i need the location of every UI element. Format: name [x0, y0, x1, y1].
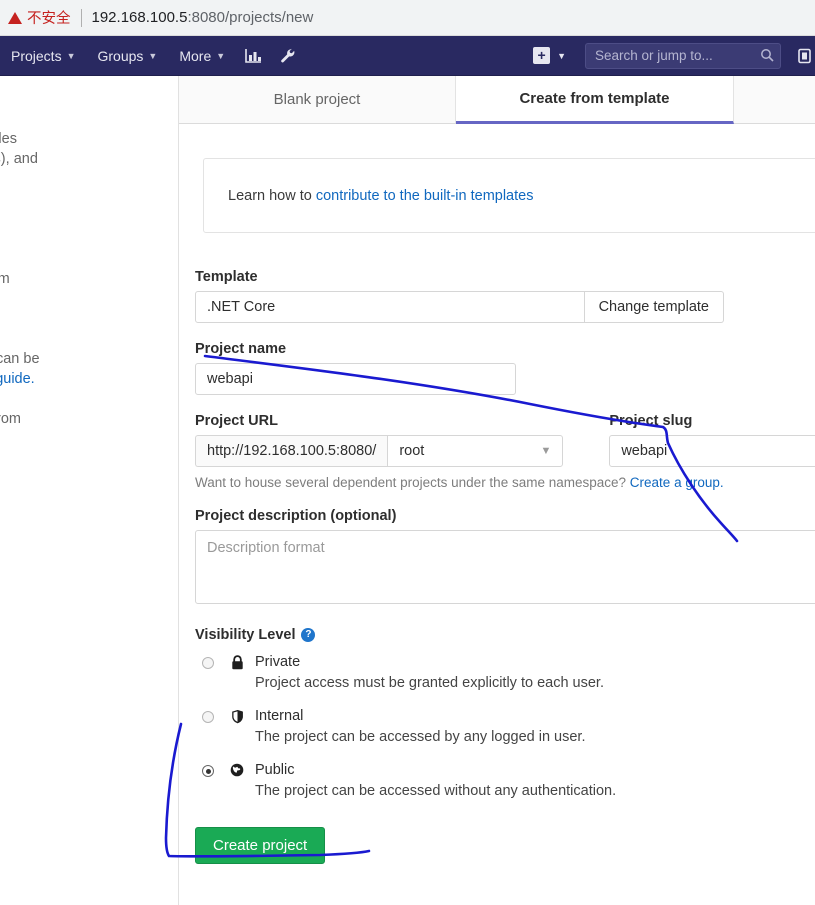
sidebar-paragraph-4-text: create a project from — [0, 411, 21, 428]
tab-create-from-template-label: Create from template — [519, 90, 670, 107]
chevron-down-icon: ▼ — [148, 50, 158, 61]
radio-internal[interactable] — [202, 711, 214, 723]
visibility-private-title: Private — [255, 654, 301, 670]
address-bar-divider — [80, 8, 82, 27]
shield-icon — [229, 709, 245, 724]
url-path: :8080/projects/new — [187, 9, 314, 26]
project-slug-input[interactable] — [609, 435, 815, 467]
url-host: 192.168.100.5 — [91, 9, 188, 26]
nav-item-groups-label: Groups — [97, 47, 144, 64]
visibility-private-description: Project access must be granted explicitl… — [255, 675, 604, 691]
visibility-option-internal[interactable]: Internal The project can be accessed by … — [195, 707, 815, 747]
radio-private[interactable] — [202, 657, 214, 669]
nav-item-groups[interactable]: Groups ▼ — [87, 36, 169, 75]
visibility-level-heading: Visibility Level ? — [195, 627, 815, 643]
page-body: t you house your files your work (issues… — [0, 76, 815, 905]
tab-bar: Blank project Create from template — [179, 76, 815, 124]
namespace-select-value: root — [399, 443, 425, 459]
change-template-button[interactable]: Change template — [584, 291, 724, 323]
project-url-group: Project URL http://192.168.100.5:8080/ r… — [195, 413, 564, 467]
project-name-label: Project name — [195, 341, 287, 357]
tab-import-project[interactable] — [734, 76, 815, 123]
chart-icon[interactable] — [236, 36, 271, 75]
help-icon[interactable]: ? — [301, 628, 316, 642]
project-description-label: Project description (optional) — [195, 508, 397, 524]
nav-item-projects-label: Projects — [11, 47, 62, 64]
nav-item-more-label: More — [179, 47, 212, 64]
project-slug-label: Project slug — [609, 413, 693, 429]
visibility-option-public[interactable]: Public The project can be accessed witho… — [195, 761, 815, 801]
sidebar-paragraph-1: you house your files your work (issues),… — [0, 129, 178, 209]
visibility-private-texts: Private Project access must be granted e… — [255, 653, 815, 693]
templates-info-text: Learn how to — [228, 187, 312, 204]
lock-icon — [229, 655, 245, 670]
project-name-input[interactable] — [195, 363, 516, 395]
sidebar-title: t — [0, 88, 178, 113]
template-field-row: Change template — [195, 291, 724, 323]
namespace-help-label: Want to house several dependent projects… — [195, 475, 627, 490]
insecure-warning-icon — [8, 11, 22, 24]
project-url-prefix: http://192.168.100.5:8080/ — [195, 435, 388, 467]
address-bar-url[interactable]: 192.168.100.5:8080/projects/new — [92, 9, 314, 26]
sidebar-paragraph-2: abled for blank plates, or when u can di… — [0, 229, 178, 309]
plus-icon: + — [533, 47, 551, 64]
visibility-internal-texts: Internal The project can be accessed by … — [255, 707, 815, 747]
radio-public[interactable] — [202, 765, 214, 777]
visibility-public-texts: Public The project can be accessed witho… — [255, 761, 815, 801]
wrench-icon[interactable] — [271, 36, 305, 75]
visibility-internal-title: Internal — [255, 708, 304, 724]
gitlab-navbar: Projects ▼ Groups ▼ More ▼ + ▼ — [0, 36, 815, 76]
chevron-down-icon: ▼ — [66, 50, 76, 61]
templates-info-box: Learn how to contribute to the built-in … — [203, 158, 815, 233]
sidebar-paragraph-3: additional Pages w to install them can b… — [0, 329, 178, 389]
project-slug-group: Project slug — [609, 413, 815, 467]
form-fields: Template Change template Project name Pr… — [195, 269, 815, 864]
contribute-templates-link[interactable]: contribute to the built-in templates — [316, 188, 534, 204]
visibility-option-private[interactable]: Private Project access must be granted e… — [195, 653, 815, 693]
project-form: Learn how to contribute to the built-in … — [179, 124, 815, 864]
browser-address-bar: 不安全 192.168.100.5:8080/projects/new — [0, 0, 815, 36]
search-wrapper — [585, 42, 781, 69]
namespace-select[interactable]: root ▼ — [387, 435, 564, 467]
namespace-help-text: Want to house several dependent projects… — [195, 475, 815, 490]
visibility-level-label: Visibility Level — [195, 627, 296, 643]
create-group-link[interactable]: Create a group. — [630, 475, 724, 490]
tab-blank-project[interactable]: Blank project — [179, 76, 456, 123]
visibility-internal-description: The project can be accessed by any logge… — [255, 729, 586, 745]
nav-item-more[interactable]: More ▼ — [168, 36, 236, 75]
url-slug-row: Project URL http://192.168.100.5:8080/ r… — [195, 413, 815, 467]
chevron-down-icon: ▼ — [216, 50, 226, 61]
tab-blank-project-label: Blank project — [273, 91, 361, 108]
tab-create-from-template[interactable]: Create from template — [456, 76, 734, 124]
template-label: Template — [195, 269, 258, 285]
sidebar-paragraph-1-text: you house your files your work (issues),… — [0, 131, 38, 168]
sidebar-inner: t you house your files your work (issues… — [0, 88, 178, 449]
new-dropdown-button[interactable]: + ▼ — [524, 36, 575, 75]
navbar-right-group: + ▼ — [524, 36, 815, 75]
template-input[interactable] — [195, 291, 585, 323]
sidebar-paragraph-4: create a project from . Show command — [0, 409, 178, 449]
chevron-down-icon: ▼ — [540, 445, 552, 457]
sidebar-link-getting-started[interactable]: s getting started guide. — [0, 371, 35, 387]
search-input[interactable] — [585, 42, 781, 69]
main-content: Blank project Create from template Learn… — [179, 76, 815, 905]
sidebar: t you house your files your work (issues… — [0, 76, 179, 905]
merge-request-icon[interactable] — [789, 36, 815, 75]
sidebar-paragraph-3-text: additional Pages w to install them can b… — [0, 351, 40, 368]
visibility-public-title: Public — [255, 762, 295, 778]
visibility-public-description: The project can be accessed without any … — [255, 783, 617, 799]
chevron-down-icon: ▼ — [557, 50, 566, 61]
insecure-warning-label: 不安全 — [27, 11, 71, 27]
project-url-row: http://192.168.100.5:8080/ root ▼ — [195, 435, 564, 467]
project-description-textarea[interactable] — [195, 530, 815, 604]
globe-icon — [229, 763, 245, 777]
create-project-button[interactable]: Create project — [195, 827, 326, 864]
project-url-label: Project URL — [195, 413, 278, 429]
nav-item-projects[interactable]: Projects ▼ — [0, 36, 87, 75]
